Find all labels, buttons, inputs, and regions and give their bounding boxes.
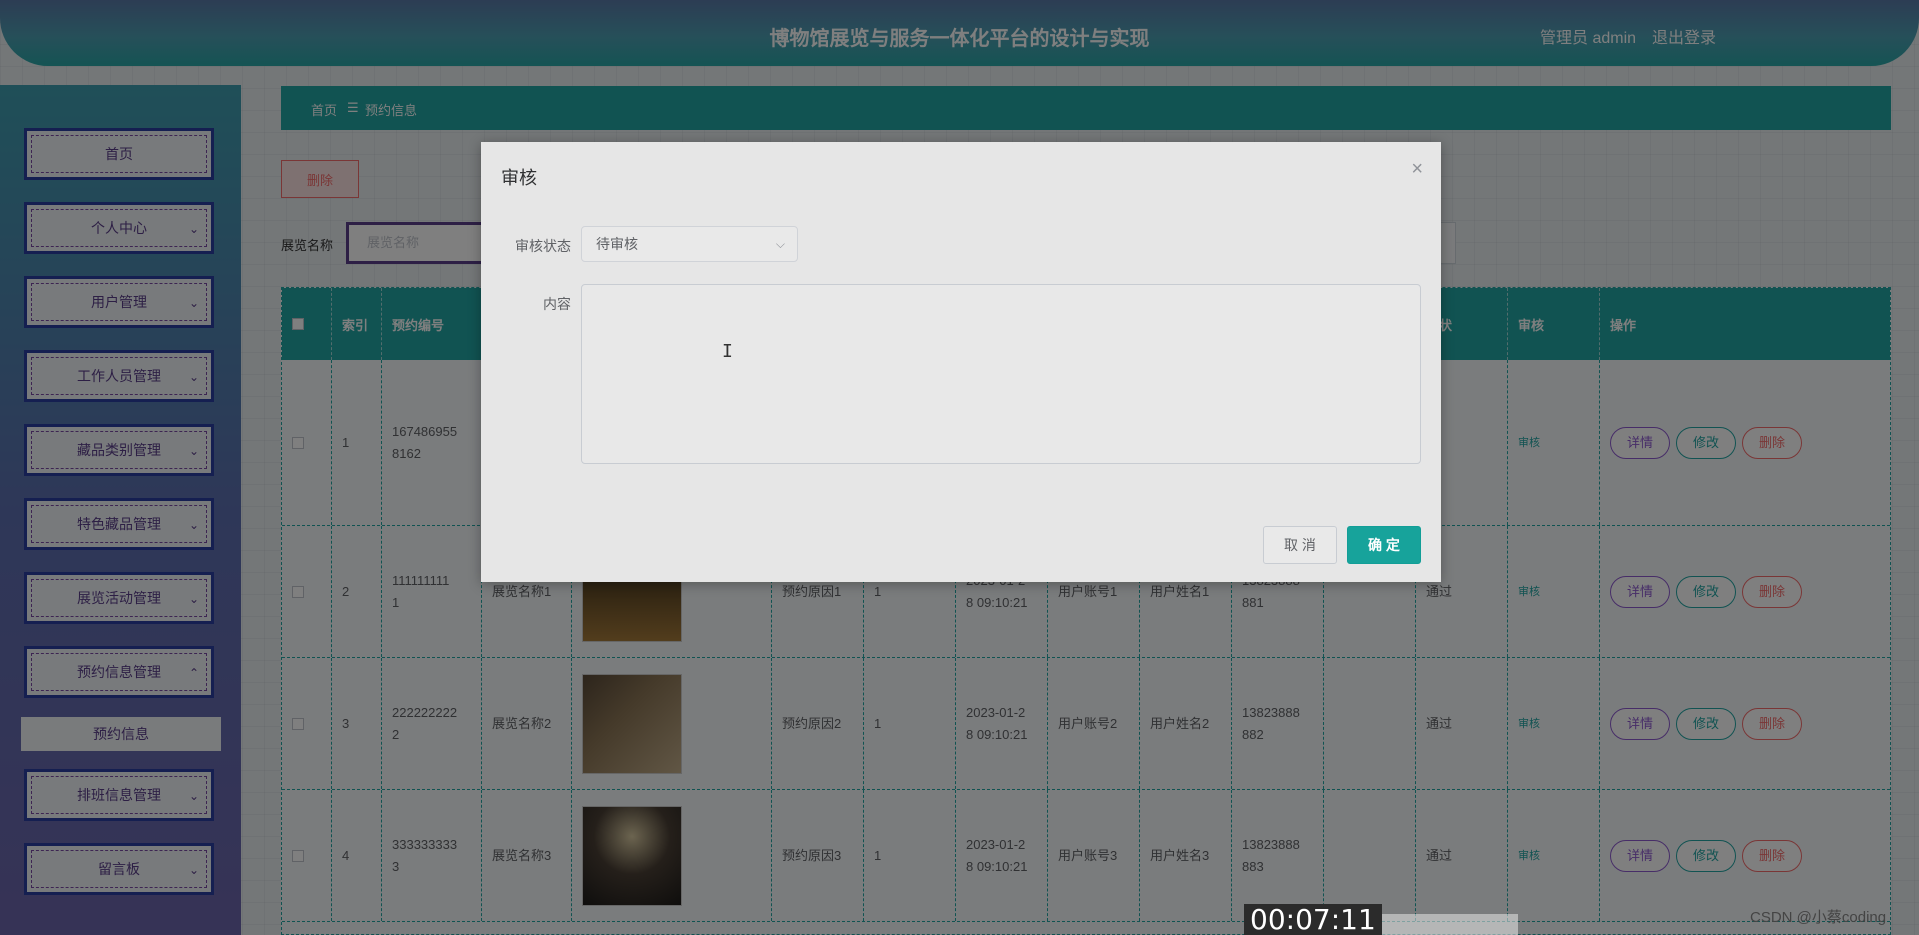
close-icon[interactable]: × (1411, 158, 1423, 181)
content-label: 内容 (543, 296, 571, 312)
recorder-toolbar[interactable] (1362, 914, 1518, 935)
recording-timer: 00:07:11 (1244, 904, 1382, 935)
audit-status-label: 审核状态 (515, 238, 571, 254)
cancel-button[interactable]: 取 消 (1263, 526, 1337, 564)
watermark: CSDN @小蔡coding (1750, 909, 1887, 926)
confirm-button[interactable]: 确 定 (1347, 526, 1421, 564)
audit-status-select[interactable]: 待审核 ⌵ (581, 226, 798, 262)
audit-dialog: 审核 × 审核状态 待审核 ⌵ 内容 I 取 消 确 定 (481, 142, 1441, 582)
content-textarea[interactable]: I (581, 284, 1421, 464)
audit-status-value: 待审核 (596, 236, 638, 252)
chevron-down-icon: ⌵ (775, 237, 785, 251)
dialog-title: 审核 (501, 168, 537, 188)
text-cursor-icon: I (722, 341, 733, 362)
